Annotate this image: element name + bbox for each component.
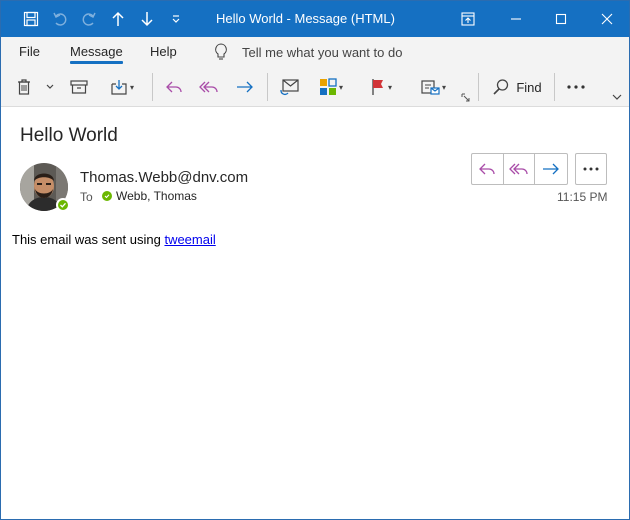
rules-icon[interactable]: ▾ bbox=[415, 71, 451, 103]
message-time: 11:15 PM bbox=[557, 190, 608, 204]
collapse-ribbon-icon[interactable] bbox=[610, 91, 624, 103]
maximize-icon[interactable] bbox=[538, 1, 584, 37]
customize-toolbar-icon[interactable] bbox=[162, 1, 190, 37]
forward-icon[interactable] bbox=[233, 71, 257, 103]
close-icon[interactable] bbox=[584, 1, 629, 37]
tell-me-label: Tell me what you want to do bbox=[242, 44, 403, 60]
ribbon-separator bbox=[152, 73, 153, 101]
reply-all-icon[interactable] bbox=[197, 71, 221, 103]
tab-help[interactable]: Help bbox=[150, 37, 177, 67]
recipient-name: Webb, Thomas bbox=[116, 189, 197, 203]
tell-me-search[interactable]: Tell me what you want to do bbox=[214, 37, 402, 67]
more-actions-icon[interactable] bbox=[575, 153, 607, 185]
tab-message[interactable]: Message bbox=[70, 37, 123, 67]
find-button[interactable]: Find bbox=[487, 71, 547, 103]
more-commands-icon[interactable] bbox=[563, 71, 589, 103]
forward-icon[interactable] bbox=[535, 154, 567, 184]
undo-icon[interactable] bbox=[46, 1, 74, 37]
categorize-icon[interactable]: ▾ bbox=[313, 71, 349, 103]
lightbulb-icon bbox=[214, 43, 228, 61]
body-link[interactable]: tweemail bbox=[164, 232, 215, 247]
presence-available-icon bbox=[56, 198, 70, 212]
title-bar: Hello World - Message (HTML) bbox=[1, 1, 629, 37]
minimize-icon[interactable] bbox=[493, 1, 539, 37]
recipient-presence-icon bbox=[102, 191, 112, 201]
message-body: This email was sent using tweemail bbox=[12, 232, 216, 247]
dialog-launcher-icon[interactable] bbox=[459, 91, 471, 103]
tab-file[interactable]: File bbox=[19, 37, 40, 67]
archive-icon[interactable] bbox=[67, 71, 91, 103]
delete-dropdown-icon[interactable] bbox=[43, 71, 57, 103]
ribbon-separator bbox=[554, 73, 555, 101]
body-text: This email was sent using bbox=[12, 232, 165, 247]
message-actions bbox=[471, 153, 568, 185]
delete-icon[interactable] bbox=[13, 71, 35, 103]
ribbon-display-options-icon[interactable] bbox=[445, 1, 491, 37]
ribbon-separator bbox=[267, 73, 268, 101]
previous-item-icon[interactable] bbox=[104, 1, 132, 37]
redo-icon[interactable] bbox=[75, 1, 103, 37]
recipient[interactable]: Webb, Thomas bbox=[102, 189, 197, 203]
ribbon: ▾ ▾ ▾ ▾ Find bbox=[1, 67, 629, 107]
next-item-icon[interactable] bbox=[133, 1, 161, 37]
move-icon[interactable]: ▾ bbox=[104, 71, 140, 103]
window-title: Hello World - Message (HTML) bbox=[216, 11, 395, 26]
find-label: Find bbox=[516, 79, 542, 95]
reply-icon[interactable] bbox=[472, 154, 504, 184]
save-icon[interactable] bbox=[17, 1, 45, 37]
reply-all-icon[interactable] bbox=[504, 154, 536, 184]
outlook-message-window: Hello World - Message (HTML) File Messag… bbox=[0, 0, 630, 520]
flag-icon[interactable]: ▾ bbox=[363, 71, 399, 103]
read-unread-icon[interactable] bbox=[277, 71, 303, 103]
sender-address[interactable]: Thomas.Webb@dnv.com bbox=[80, 169, 248, 186]
search-icon bbox=[493, 79, 509, 95]
ribbon-separator bbox=[478, 73, 479, 101]
message-subject: Hello World bbox=[20, 125, 118, 146]
reply-icon[interactable] bbox=[162, 71, 186, 103]
to-label: To bbox=[80, 190, 93, 204]
